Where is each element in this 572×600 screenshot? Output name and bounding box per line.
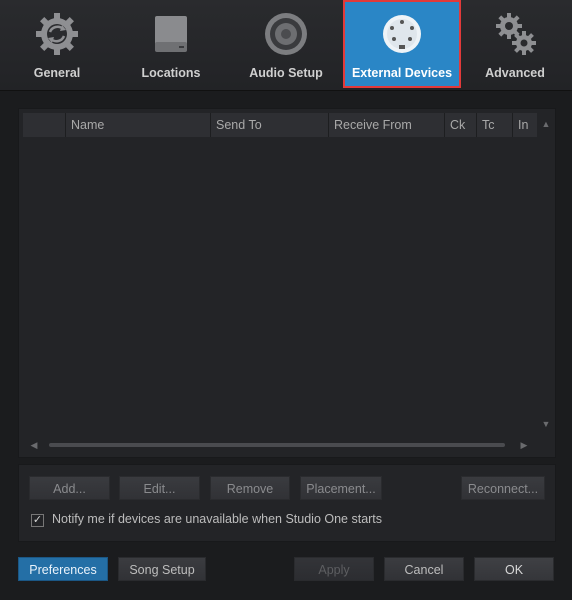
midi-din-icon xyxy=(383,15,421,53)
gears-icon xyxy=(496,13,536,55)
horizontal-scroll-thumb[interactable] xyxy=(49,443,505,447)
tab-advanced-label: Advanced xyxy=(485,66,545,80)
edit-button[interactable]: Edit... xyxy=(119,476,200,500)
song-setup-button[interactable]: Song Setup xyxy=(118,557,206,581)
apply-button[interactable]: Apply xyxy=(294,557,374,581)
tab-advanced[interactable]: Advanced xyxy=(458,0,572,88)
tab-general-label: General xyxy=(33,66,81,80)
device-table: Name Send To Receive From Ck Tc In ▲ ▼ ◀… xyxy=(18,108,556,458)
cancel-button[interactable]: Cancel xyxy=(384,557,464,581)
remove-button[interactable]: Remove xyxy=(210,476,290,500)
notify-label: Notify me if devices are unavailable whe… xyxy=(52,512,383,526)
column-header-in[interactable]: In xyxy=(512,113,537,137)
tab-locations-label: Locations xyxy=(141,66,201,80)
placement-button[interactable]: Placement... xyxy=(300,476,382,500)
ok-button[interactable]: OK xyxy=(474,557,554,581)
hard-drive-icon xyxy=(155,16,187,52)
column-header-receive-from[interactable]: Receive From xyxy=(328,113,444,137)
notify-checkbox[interactable]: ✓ xyxy=(31,514,44,527)
add-button[interactable]: Add... xyxy=(29,476,110,500)
column-header-ck[interactable]: Ck xyxy=(444,113,476,137)
vertical-scrollbar[interactable]: ▲ ▼ xyxy=(539,113,553,431)
sync-gear-icon xyxy=(36,13,78,55)
tab-external-devices-label: External Devices xyxy=(351,66,453,80)
scroll-left-icon[interactable]: ◀ xyxy=(27,440,41,451)
column-header-name[interactable]: Name xyxy=(65,113,210,137)
tab-external-devices[interactable]: External Devices xyxy=(343,0,461,88)
reconnect-button[interactable]: Reconnect... xyxy=(461,476,545,500)
column-header-tc[interactable]: Tc xyxy=(476,113,512,137)
column-header-select[interactable] xyxy=(23,113,65,137)
table-header: Name Send To Receive From Ck Tc In xyxy=(23,113,537,137)
scroll-right-icon[interactable]: ▶ xyxy=(517,440,531,451)
tab-audio-setup-label: Audio Setup xyxy=(249,66,323,80)
tab-general[interactable]: General xyxy=(0,0,114,88)
tab-locations[interactable]: Locations xyxy=(114,0,228,88)
preferences-toolbar: General Locations Audio Setup External D… xyxy=(0,0,572,91)
scroll-up-icon[interactable]: ▲ xyxy=(539,119,553,129)
device-actions-panel: Add... Edit... Remove Placement... Recon… xyxy=(18,464,556,542)
horizontal-scrollbar[interactable]: ◀ ▶ xyxy=(27,438,531,452)
tab-audio-setup[interactable]: Audio Setup xyxy=(229,0,343,88)
speaker-icon xyxy=(265,13,307,55)
column-header-send-to[interactable]: Send To xyxy=(210,113,328,137)
scroll-down-icon[interactable]: ▼ xyxy=(539,419,553,429)
preferences-button[interactable]: Preferences xyxy=(18,557,108,581)
checkmark-icon: ✓ xyxy=(32,514,43,526)
